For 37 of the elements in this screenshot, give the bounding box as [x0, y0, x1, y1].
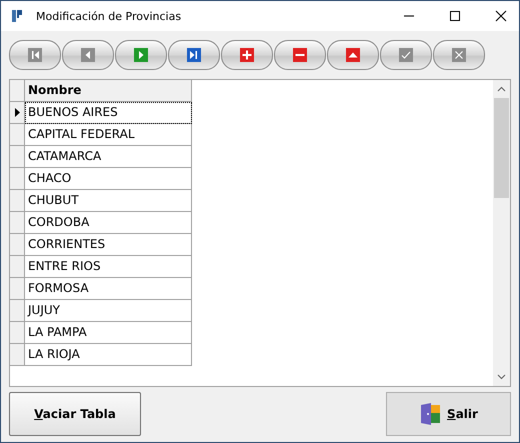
next-record-button[interactable] — [115, 40, 167, 70]
table-cell[interactable]: CHACO — [25, 168, 192, 190]
door-icon — [419, 402, 442, 426]
table-cell[interactable]: LA PAMPA — [25, 322, 192, 344]
table-cell[interactable]: CORDOBA — [25, 212, 192, 234]
previous-record-icon — [81, 48, 95, 62]
table-cell[interactable]: CHUBUT — [25, 190, 192, 212]
table-cell[interactable]: CATAMARCA — [25, 146, 192, 168]
exit-button[interactable]: Salir — [386, 392, 511, 436]
empty-table-button[interactable]: Vaciar Tabla — [9, 392, 141, 436]
last-record-button[interactable] — [168, 40, 220, 70]
table-cell[interactable]: FORMOSA — [25, 278, 192, 300]
next-record-icon — [134, 48, 148, 62]
first-record-icon — [28, 48, 42, 62]
up-triangle-button[interactable] — [327, 40, 379, 70]
minus-button[interactable] — [274, 40, 326, 70]
table-cell[interactable]: JUJUY — [25, 300, 192, 322]
scroll-down-icon[interactable] — [497, 374, 506, 380]
table-cell[interactable]: BUENOS AIRES — [25, 102, 192, 124]
check-icon — [399, 48, 413, 62]
minus-icon — [293, 48, 307, 62]
table-cell[interactable]: CORRIENTES — [25, 234, 192, 256]
maximize-icon[interactable] — [449, 10, 461, 22]
table-cell[interactable]: CAPITAL FEDERAL — [25, 124, 192, 146]
table-cell[interactable]: LA RIOJA — [25, 344, 192, 366]
table-cell[interactable]: ENTRE RIOS — [25, 256, 192, 278]
column-header[interactable]: Nombre — [25, 80, 192, 102]
close-icon[interactable] — [495, 10, 507, 22]
scroll-up-icon[interactable] — [497, 86, 506, 92]
cancel-icon — [452, 48, 466, 62]
row-indicator[interactable] — [10, 102, 25, 124]
app-icon — [11, 9, 23, 23]
scrollbar[interactable] — [493, 80, 510, 386]
window-title: Modificación de Provincias — [36, 10, 182, 22]
last-record-icon — [187, 48, 201, 62]
plus-icon — [240, 48, 254, 62]
plus-button[interactable] — [221, 40, 273, 70]
